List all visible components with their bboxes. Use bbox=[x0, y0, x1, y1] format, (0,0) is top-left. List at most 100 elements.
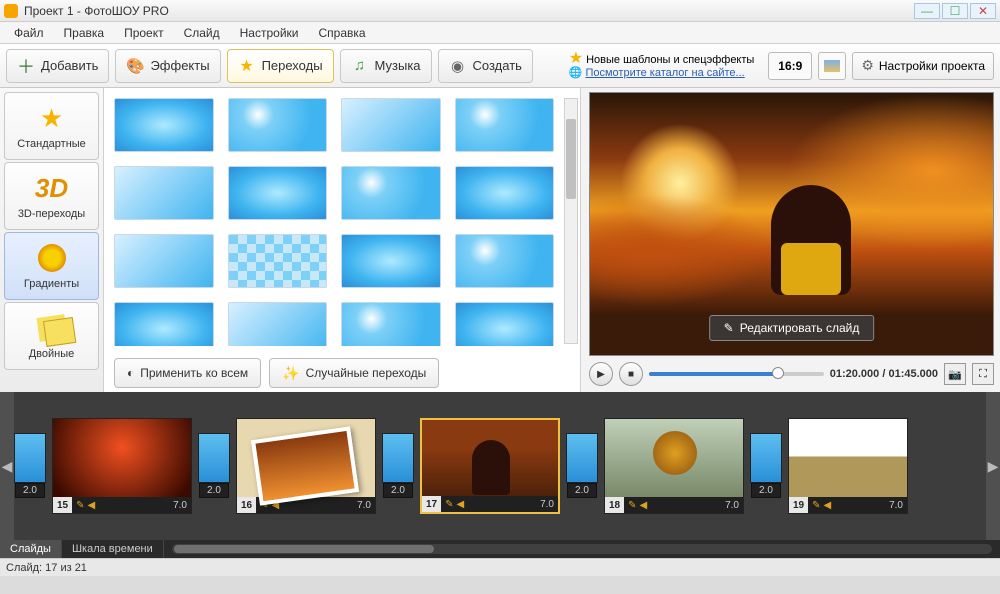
timeline-slide-selected[interactable]: 17✎◀7.0 bbox=[420, 418, 560, 514]
create-label: Создать bbox=[473, 58, 522, 73]
transition-item[interactable]: 2.0 bbox=[566, 433, 598, 483]
timeline: ◀ 2.0 15✎◀7.0 2.0 16✎◀7.0 2.0 17✎◀7.0 2.… bbox=[0, 392, 1000, 558]
apply-icon: ◐ bbox=[127, 366, 134, 380]
titlebar: Проект 1 - ФотоШОУ PRO — ☐ ✕ bbox=[0, 0, 1000, 22]
timeline-strip: ◀ 2.0 15✎◀7.0 2.0 16✎◀7.0 2.0 17✎◀7.0 2.… bbox=[0, 392, 1000, 540]
gallery-scrollbar[interactable] bbox=[564, 98, 578, 344]
preview-panel: ✎ Редактировать слайд ▶ ■ 01:20.000 / 01… bbox=[580, 88, 1000, 392]
timeline-hscroll[interactable] bbox=[172, 544, 992, 554]
status-text: Слайд: 17 из 21 bbox=[6, 562, 87, 574]
category-sidebar: ★ Стандартные 3D 3D-переходы Градиенты Д… bbox=[0, 88, 104, 392]
category-double[interactable]: Двойные bbox=[4, 302, 99, 370]
transition-item[interactable]: 2.0 bbox=[14, 433, 46, 483]
promo-line1: Новые шаблоны и спецэффекты bbox=[586, 54, 754, 66]
transition-thumb[interactable] bbox=[114, 166, 214, 220]
menu-help[interactable]: Справка bbox=[310, 24, 373, 42]
transition-item[interactable]: 2.0 bbox=[198, 433, 230, 483]
timeline-scroll-left[interactable]: ◀ bbox=[0, 392, 14, 540]
music-label: Музыка bbox=[375, 58, 421, 73]
transition-thumb[interactable] bbox=[455, 234, 555, 288]
transition-thumb[interactable] bbox=[114, 302, 214, 346]
menu-slide[interactable]: Слайд bbox=[176, 24, 228, 42]
tab-slides[interactable]: Слайды bbox=[0, 540, 62, 558]
close-button[interactable]: ✕ bbox=[970, 3, 996, 19]
transition-thumb[interactable] bbox=[341, 98, 441, 152]
project-settings-button[interactable]: ⚙ Настройки проекта bbox=[852, 52, 994, 80]
transition-thumb[interactable] bbox=[114, 98, 214, 152]
promo-link[interactable]: Посмотрите каталог на сайте... bbox=[585, 67, 744, 79]
gradient-icon bbox=[36, 242, 68, 274]
menu-settings[interactable]: Настройки bbox=[232, 24, 307, 42]
menu-file[interactable]: Файл bbox=[6, 24, 52, 42]
timeline-slide[interactable]: 19✎◀7.0 bbox=[788, 418, 908, 514]
timeline-slide[interactable]: 15✎◀7.0 bbox=[52, 418, 192, 514]
category-standard[interactable]: ★ Стандартные bbox=[4, 92, 99, 160]
aspect-ratio-button[interactable]: 16:9 bbox=[768, 52, 812, 80]
transition-thumb[interactable] bbox=[228, 98, 328, 152]
app-icon bbox=[4, 4, 18, 18]
transition-item[interactable]: 2.0 bbox=[382, 433, 414, 483]
transitions-label: Переходы bbox=[262, 58, 323, 73]
play-button[interactable]: ▶ bbox=[589, 362, 613, 386]
transitions-tab[interactable]: ★ Переходы bbox=[227, 49, 334, 83]
seek-bar[interactable] bbox=[649, 372, 824, 376]
effects-tab[interactable]: 🎨 Эффекты bbox=[115, 49, 220, 83]
minimize-button[interactable]: — bbox=[914, 3, 940, 19]
pencil-icon: ✎ bbox=[76, 500, 84, 511]
transition-thumb[interactable] bbox=[228, 302, 328, 346]
add-icon: ＋ bbox=[17, 57, 35, 75]
edit-slide-button[interactable]: ✎ Редактировать слайд bbox=[709, 315, 875, 341]
top-toolbar: ＋ Добавить 🎨 Эффекты ★ Переходы ♫ Музыка… bbox=[0, 44, 1000, 88]
transition-thumb[interactable] bbox=[341, 166, 441, 220]
transition-thumb[interactable] bbox=[455, 98, 555, 152]
palette-icon: 🎨 bbox=[126, 57, 144, 75]
transition-item[interactable]: 2.0 bbox=[750, 433, 782, 483]
fullscreen-button[interactable]: ⛶ bbox=[972, 363, 994, 385]
stop-button[interactable]: ■ bbox=[619, 362, 643, 386]
random-transitions-button[interactable]: ✨ Случайные переходы bbox=[269, 358, 439, 388]
monitor-icon bbox=[824, 60, 840, 72]
transition-thumb[interactable] bbox=[455, 302, 555, 346]
star-icon: ★ bbox=[238, 57, 256, 75]
menu-edit[interactable]: Правка bbox=[56, 24, 113, 42]
work-area: ★ Стандартные 3D 3D-переходы Градиенты Д… bbox=[0, 88, 1000, 392]
transition-thumb[interactable] bbox=[341, 302, 441, 346]
apply-all-button[interactable]: ◐ Применить ко всем bbox=[114, 358, 261, 388]
status-bar: Слайд: 17 из 21 bbox=[0, 558, 1000, 576]
music-tab[interactable]: ♫ Музыка bbox=[340, 49, 432, 83]
category-3d[interactable]: 3D 3D-переходы bbox=[4, 162, 99, 230]
3d-icon: 3D bbox=[36, 172, 68, 204]
disc-icon: ◉ bbox=[449, 57, 467, 75]
add-button[interactable]: ＋ Добавить bbox=[6, 49, 109, 83]
timeline-slide[interactable]: 18✎◀7.0 bbox=[604, 418, 744, 514]
timeline-slide[interactable]: 16✎◀7.0 bbox=[236, 418, 376, 514]
player-controls: ▶ ■ 01:20.000 / 01:45.000 📷 ⛶ bbox=[589, 356, 994, 388]
transitions-gallery: ◐ Применить ко всем ✨ Случайные переходы bbox=[104, 88, 580, 392]
monitor-button[interactable] bbox=[818, 52, 846, 80]
gear-icon: ⚙ bbox=[861, 57, 874, 74]
sound-icon: ◀ bbox=[88, 500, 96, 511]
snapshot-button[interactable]: 📷 bbox=[944, 363, 966, 385]
transition-thumb[interactable] bbox=[228, 234, 328, 288]
timecode: 01:20.000 / 01:45.000 bbox=[830, 368, 938, 380]
transition-thumb[interactable] bbox=[455, 166, 555, 220]
category-gradients[interactable]: Градиенты bbox=[4, 232, 99, 300]
timeline-tabs: Слайды Шкала времени bbox=[0, 540, 1000, 558]
tab-timescale[interactable]: Шкала времени bbox=[62, 540, 164, 558]
double-icon bbox=[36, 312, 68, 344]
menu-project[interactable]: Проект bbox=[116, 24, 172, 42]
thumbnail-grid bbox=[114, 98, 574, 346]
seek-knob[interactable] bbox=[772, 367, 784, 379]
timeline-scroll-right[interactable]: ▶ bbox=[986, 392, 1000, 540]
preview-viewport[interactable]: ✎ Редактировать слайд bbox=[589, 92, 994, 356]
window-title: Проект 1 - ФотоШОУ PRO bbox=[24, 4, 914, 18]
star-icon: ★ bbox=[569, 50, 583, 67]
music-icon: ♫ bbox=[351, 57, 369, 75]
star-icon: ★ bbox=[36, 102, 68, 134]
maximize-button[interactable]: ☐ bbox=[942, 3, 968, 19]
transition-thumb[interactable] bbox=[341, 234, 441, 288]
transition-thumb[interactable] bbox=[228, 166, 328, 220]
create-tab[interactable]: ◉ Создать bbox=[438, 49, 533, 83]
add-label: Добавить bbox=[41, 58, 98, 73]
transition-thumb[interactable] bbox=[114, 234, 214, 288]
